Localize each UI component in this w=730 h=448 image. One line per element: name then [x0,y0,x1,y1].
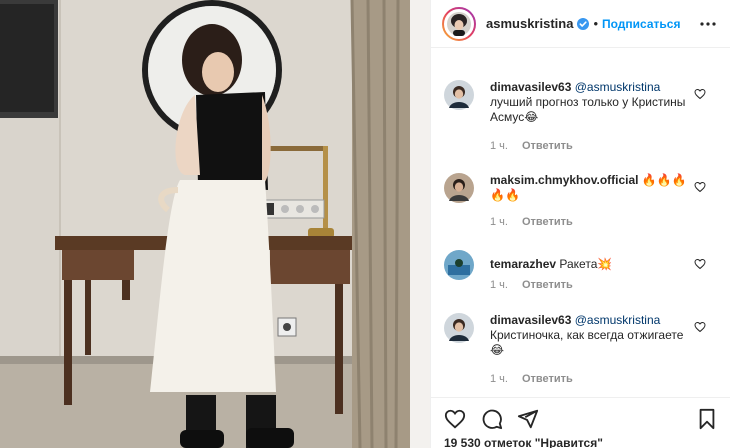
comment-time: 1 ч. [490,373,508,385]
reply-button[interactable]: Ответить [522,216,573,228]
author-username[interactable]: asmuskristina [486,16,573,31]
heart-outline-icon[interactable] [694,321,706,333]
comment-time: 1 ч. [490,216,508,228]
share-icon[interactable] [517,408,539,430]
author-avatar[interactable] [442,6,476,41]
comment-icon[interactable] [481,408,503,430]
follow-button[interactable]: Подписаться [602,17,680,31]
comment-username[interactable]: temarazhev [490,257,556,271]
comment-mention[interactable]: @asmuskristina [575,313,661,327]
comment-text: temarazhev Ракета💥 [490,257,690,272]
comment-meta: 1 ч. Ответить [490,279,573,291]
comment-meta: 1 ч. Ответить [490,140,573,152]
comment-time: 1 ч. [490,140,508,152]
comment-content: Кристиночка, как всегда отжигаете😂 [490,328,684,357]
bookmark-icon[interactable] [696,408,718,430]
reply-button[interactable]: Ответить [522,373,573,385]
post-header: asmuskristina • Подписаться [431,0,730,48]
post-side-panel: asmuskristina • Подписаться dimavasilev6… [430,0,730,448]
commenter-avatar[interactable] [444,250,474,280]
post-image [0,0,430,448]
commenter-avatar[interactable] [444,173,474,203]
comment-meta: 1 ч. Ответить [490,216,573,228]
heart-outline-icon[interactable] [694,88,706,100]
post-photo[interactable] [0,0,430,448]
comment-username[interactable]: dimavasilev63 [490,313,571,327]
commenter-avatar[interactable] [444,80,474,110]
comment-content: Ракета💥 [559,257,613,271]
comment-username[interactable]: dimavasilev63 [490,80,571,94]
comment-content: лучший прогноз только у Кристины Асмус😂 [490,95,686,124]
commenter-avatar[interactable] [444,313,474,343]
heart-outline-icon[interactable] [694,258,706,270]
heart-outline-icon[interactable] [694,181,706,193]
reply-button[interactable]: Ответить [522,140,573,152]
reply-button[interactable]: Ответить [522,279,573,291]
comment-text: dimavasilev63 @asmuskristina лучший прог… [490,80,690,125]
verified-icon [577,17,590,30]
heart-icon[interactable] [444,408,466,430]
comment-mention[interactable]: @asmuskristina [575,80,661,94]
header-separator: • [593,16,598,31]
comment-username[interactable]: maksim.chmykhov.official [490,173,639,187]
comment-time: 1 ч. [490,279,508,291]
more-options-icon[interactable] [700,15,716,33]
comment-text: maksim.chmykhov.official 🔥🔥🔥🔥🔥 [490,173,690,203]
comment-text: dimavasilev63 @asmuskristina Кристиночка… [490,313,690,358]
likes-count[interactable]: 19 530 отметок "Нравится" [444,436,603,448]
comment-meta: 1 ч. Ответить [490,373,573,385]
action-bar [431,397,730,437]
